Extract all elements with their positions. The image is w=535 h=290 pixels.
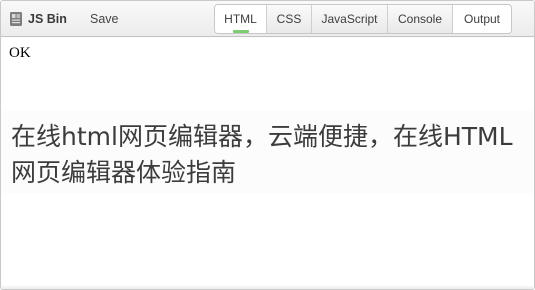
tab-console[interactable]: Console (388, 5, 453, 33)
tab-console-label: Console (397, 12, 443, 26)
tab-css-label: CSS (276, 12, 302, 26)
output-text: OK (9, 45, 31, 61)
toolbar: JS Bin Save HTML CSS JavaScript Console … (1, 1, 534, 37)
bottom-edge (1, 285, 534, 289)
tab-javascript-label: JavaScript (321, 12, 378, 26)
panel-tabs: HTML CSS JavaScript Console Output (214, 4, 512, 34)
jsbin-logo-icon (10, 12, 22, 26)
tab-javascript[interactable]: JavaScript (312, 5, 388, 33)
save-button[interactable]: Save (85, 10, 124, 28)
caption-overlay: 在线html网页编辑器，云端便捷，在线HTML网页编辑器体验指南 (1, 111, 534, 193)
jsbin-window: JS Bin Save HTML CSS JavaScript Console … (0, 0, 535, 290)
tab-html-label: HTML (224, 12, 257, 26)
tab-output[interactable]: Output (453, 5, 511, 33)
caption-text: 在线html网页编辑器，云端便捷，在线HTML网页编辑器体验指南 (11, 122, 513, 187)
tab-active-indicator (232, 30, 249, 33)
tab-html[interactable]: HTML (215, 5, 267, 33)
brand-label: JS Bin (28, 12, 67, 26)
tab-css[interactable]: CSS (267, 5, 312, 33)
brand[interactable]: JS Bin (9, 10, 67, 28)
tab-output-label: Output (463, 12, 501, 26)
